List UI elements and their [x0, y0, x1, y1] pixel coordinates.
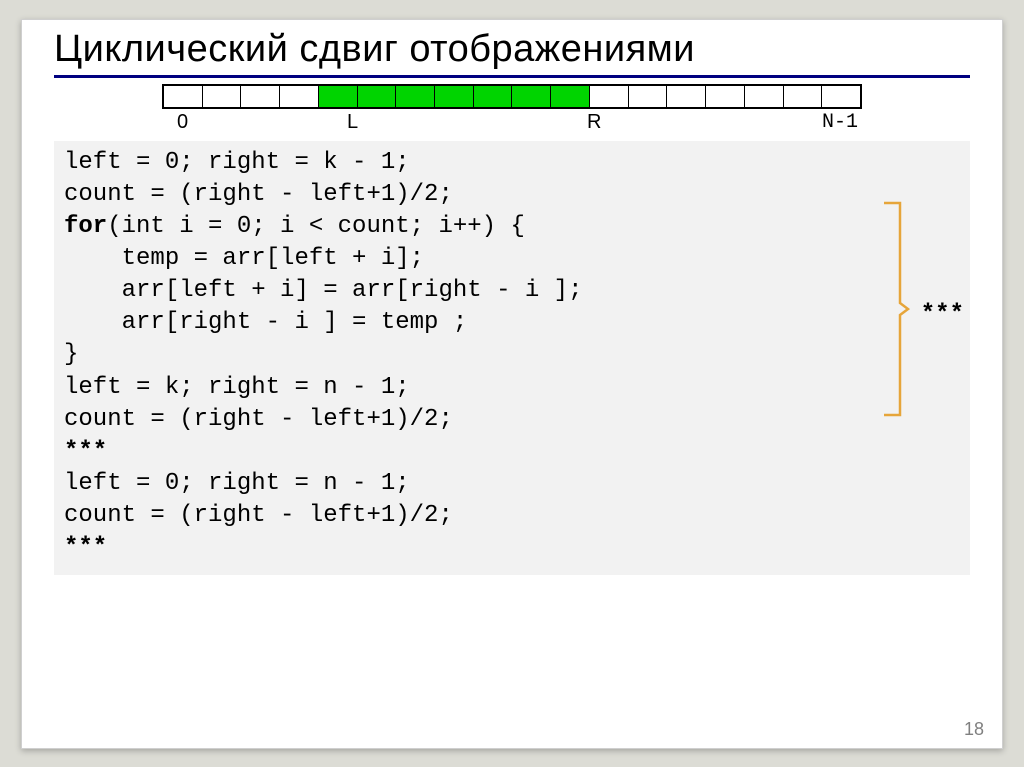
code-line: } — [64, 341, 78, 368]
code-line: left = 0; right = k - 1; — [64, 149, 410, 176]
code-line: arr[left + i] = arr[right - i ]; — [64, 277, 582, 304]
array-cell — [319, 84, 358, 109]
slide: Циклический сдвиг отображениями 0 L R N-… — [21, 19, 1003, 749]
array-labels: 0 L R N-1 — [162, 111, 862, 133]
side-asterisks: *** — [921, 299, 964, 331]
array-strip — [162, 84, 862, 109]
code-line: count = (right - left+1)/2; — [64, 502, 453, 529]
array-cell — [667, 84, 706, 109]
slide-title: Циклический сдвиг отображениями — [22, 20, 1002, 71]
label-zero: 0 — [177, 111, 188, 134]
for-keyword: for — [64, 213, 107, 240]
array-cell — [590, 84, 629, 109]
array-cell — [358, 84, 397, 109]
array-cell — [745, 84, 784, 109]
array-cell — [241, 84, 280, 109]
label-L: L — [347, 111, 358, 134]
array-cell — [396, 84, 435, 109]
array-cell — [435, 84, 474, 109]
array-cell — [474, 84, 513, 109]
code-line: count = (right - left+1)/2; — [64, 181, 453, 208]
code-line: arr[right - i ] = temp ; — [64, 309, 467, 336]
code-line: count = (right - left+1)/2; — [64, 406, 453, 433]
array-cell — [551, 84, 590, 109]
code-line: left = k; right = n - 1; — [64, 374, 410, 401]
array-cell — [203, 84, 242, 109]
array-cell — [512, 84, 551, 109]
array-cell — [629, 84, 668, 109]
page-number: 18 — [964, 719, 984, 740]
code-line: left = 0; right = n - 1; — [64, 470, 410, 497]
array-cell — [784, 84, 823, 109]
code-line: (int i = 0; i < count; i++) { — [107, 213, 525, 240]
array-cell — [822, 84, 862, 109]
array-cell — [706, 84, 745, 109]
label-R: R — [587, 111, 601, 134]
code-line: temp = arr[left + i]; — [64, 245, 424, 272]
code-line: *** — [64, 438, 107, 465]
code-line: *** — [64, 534, 107, 561]
code-block: left = 0; right = k - 1; count = (right … — [54, 141, 970, 575]
label-Nminus1: N-1 — [822, 111, 858, 134]
array-cell — [280, 84, 319, 109]
title-divider — [54, 75, 970, 78]
array-cell — [162, 84, 203, 109]
